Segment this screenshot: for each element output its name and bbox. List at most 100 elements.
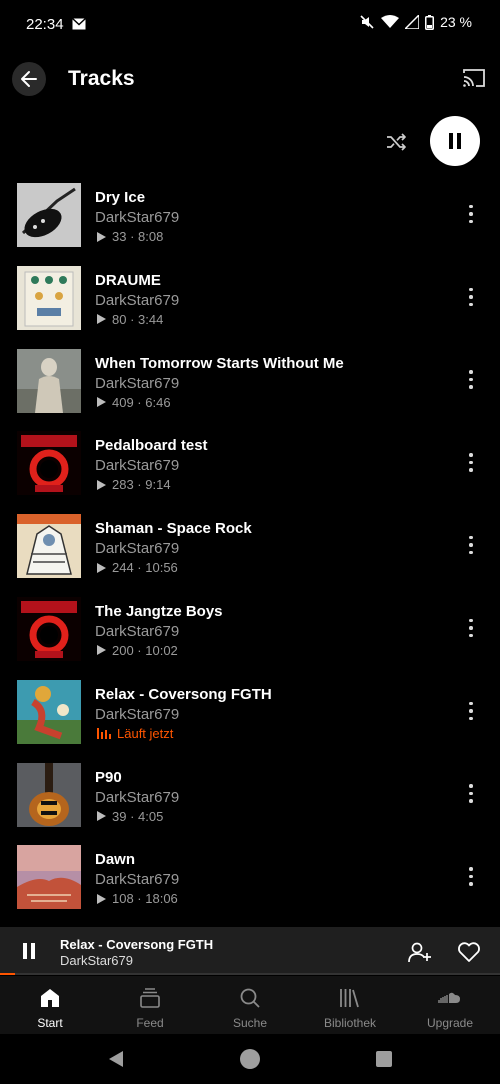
track-stats: 409 · 6:46 bbox=[112, 394, 171, 410]
more-options-button[interactable] bbox=[463, 285, 479, 309]
track-meta: 200 · 10:02 bbox=[97, 643, 178, 658]
track-meta: 244 · 10:56 bbox=[97, 560, 178, 575]
mini-player-title: Relax - Coversong FGTH bbox=[60, 937, 214, 952]
battery-level: 23 % bbox=[440, 14, 472, 30]
play-count-icon bbox=[97, 811, 106, 822]
track-artist: DarkStar679 bbox=[95, 871, 180, 889]
more-options-button[interactable] bbox=[463, 202, 479, 226]
mini-player-artist: DarkStar679 bbox=[60, 953, 133, 968]
wifi-icon bbox=[381, 15, 400, 28]
track-stats: 244 · 10:56 bbox=[112, 560, 178, 576]
track-row[interactable]: When Tomorrow Starts Without Me DarkStar… bbox=[0, 348, 500, 431]
track-title: Dry Ice bbox=[95, 189, 146, 206]
track-meta: 39 · 4:05 bbox=[97, 809, 163, 824]
track-title: Shaman - Space Rock bbox=[95, 520, 252, 538]
feed-icon bbox=[140, 988, 160, 1008]
shuffle-icon[interactable] bbox=[384, 130, 408, 154]
track-title: Dawn bbox=[95, 851, 136, 869]
track-artist: DarkStar679 bbox=[95, 374, 180, 392]
nav-library[interactable]: Bibliothek bbox=[300, 976, 400, 1034]
system-nav-bar bbox=[0, 1034, 500, 1084]
nav-label: Bibliothek bbox=[323, 1016, 377, 1030]
heart-icon[interactable] bbox=[457, 941, 481, 963]
search-icon bbox=[240, 988, 260, 1008]
track-artwork bbox=[17, 845, 81, 910]
track-artwork bbox=[17, 596, 81, 661]
more-options-button[interactable] bbox=[463, 616, 479, 640]
system-back-icon[interactable] bbox=[107, 1050, 125, 1068]
follow-user-icon[interactable] bbox=[408, 941, 432, 963]
track-title: P90 bbox=[95, 768, 122, 786]
more-options-button[interactable] bbox=[463, 368, 479, 392]
play-count-icon bbox=[97, 479, 106, 490]
status-bar: 22:34 23 % bbox=[0, 0, 500, 50]
track-stats: 33 · 8:08 bbox=[112, 229, 164, 244]
arrow-left-icon bbox=[21, 71, 37, 87]
nav-label: Upgrade bbox=[426, 1016, 474, 1030]
track-title: The Jangtze Boys bbox=[95, 602, 223, 620]
home-icon bbox=[41, 989, 59, 1007]
track-title: DRAUME bbox=[95, 271, 161, 289]
nav-label: Feed bbox=[136, 1016, 164, 1030]
pause-button[interactable] bbox=[430, 116, 480, 166]
track-title: Relax - Coversong FGTH bbox=[95, 685, 272, 703]
equalizer-icon bbox=[97, 727, 111, 739]
page-title: Tracks bbox=[68, 67, 135, 90]
system-recents-button[interactable] bbox=[376, 1051, 392, 1067]
more-options-button[interactable] bbox=[463, 864, 479, 888]
more-options-button[interactable] bbox=[463, 450, 479, 474]
track-artwork bbox=[17, 431, 81, 496]
track-stats: 80 · 3:44 bbox=[112, 311, 164, 327]
nav-search[interactable]: Suche bbox=[200, 976, 300, 1034]
track-title: When Tomorrow Starts Without Me bbox=[95, 354, 344, 372]
play-count-icon bbox=[97, 314, 106, 325]
mini-player[interactable]: Relax - Coversong FGTH DarkStar679 bbox=[0, 927, 500, 975]
play-count-icon bbox=[97, 562, 106, 573]
track-stats: 283 · 9:14 bbox=[112, 477, 171, 493]
library-icon bbox=[340, 989, 359, 1008]
track-artwork bbox=[17, 762, 81, 827]
back-button[interactable] bbox=[12, 62, 46, 96]
track-row[interactable]: Relax - Coversong FGTH DarkStar679 Läuft… bbox=[0, 679, 500, 762]
playback-progress[interactable] bbox=[0, 973, 500, 975]
track-row[interactable]: Pedalboard test DarkStar679 283 · 9:14 bbox=[0, 430, 500, 513]
track-artwork bbox=[17, 514, 81, 579]
track-row[interactable]: DRAUME DarkStar679 80 · 3:44 bbox=[0, 265, 500, 348]
track-artist: DarkStar679 bbox=[95, 291, 180, 309]
playback-progress-fill bbox=[0, 973, 15, 975]
track-row[interactable]: Shaman - Space Rock DarkStar679 244 · 10… bbox=[0, 513, 500, 596]
now-playing-label: Läuft jetzt bbox=[117, 725, 174, 741]
track-artist: DarkStar679 bbox=[95, 209, 180, 226]
track-artwork bbox=[17, 348, 81, 413]
track-meta: 33 · 8:08 bbox=[97, 229, 163, 244]
system-home-button[interactable] bbox=[240, 1049, 260, 1069]
track-artist: DarkStar679 bbox=[95, 788, 180, 806]
track-artist: DarkStar679 bbox=[95, 705, 180, 723]
track-stats: 108 · 18:06 bbox=[112, 891, 178, 907]
track-row[interactable]: The Jangtze Boys DarkStar679 200 · 10:02 bbox=[0, 596, 500, 679]
more-options-button[interactable] bbox=[463, 782, 479, 806]
track-artwork bbox=[17, 183, 81, 247]
track-stats: 200 · 10:02 bbox=[112, 642, 178, 658]
status-time: 22:34 bbox=[26, 16, 64, 33]
pause-icon[interactable] bbox=[22, 943, 36, 959]
more-options-button[interactable] bbox=[463, 533, 479, 557]
soundcloud-icon bbox=[438, 992, 460, 1003]
nav-upgrade[interactable]: Upgrade bbox=[400, 976, 500, 1034]
track-row[interactable]: Dry Ice DarkStar679 33 · 8:08 bbox=[0, 182, 500, 265]
nav-start[interactable]: Start bbox=[0, 976, 100, 1034]
play-count-icon bbox=[97, 645, 106, 656]
track-row[interactable]: Dawn DarkStar679 108 · 18:06 bbox=[0, 844, 500, 927]
header: Tracks bbox=[0, 56, 500, 104]
track-title: Pedalboard test bbox=[95, 437, 208, 455]
more-options-button[interactable] bbox=[463, 699, 479, 723]
track-artist: DarkStar679 bbox=[95, 622, 180, 640]
track-meta: 108 · 18:06 bbox=[97, 891, 178, 906]
nav-feed[interactable]: Feed bbox=[100, 976, 200, 1034]
cast-icon[interactable] bbox=[462, 68, 486, 88]
track-meta: 283 · 9:14 bbox=[97, 477, 171, 492]
pause-icon bbox=[449, 133, 461, 149]
track-artist: DarkStar679 bbox=[95, 457, 180, 475]
nav-label: Start bbox=[37, 1016, 63, 1030]
track-row[interactable]: P90 DarkStar679 39 · 4:05 bbox=[0, 762, 500, 845]
